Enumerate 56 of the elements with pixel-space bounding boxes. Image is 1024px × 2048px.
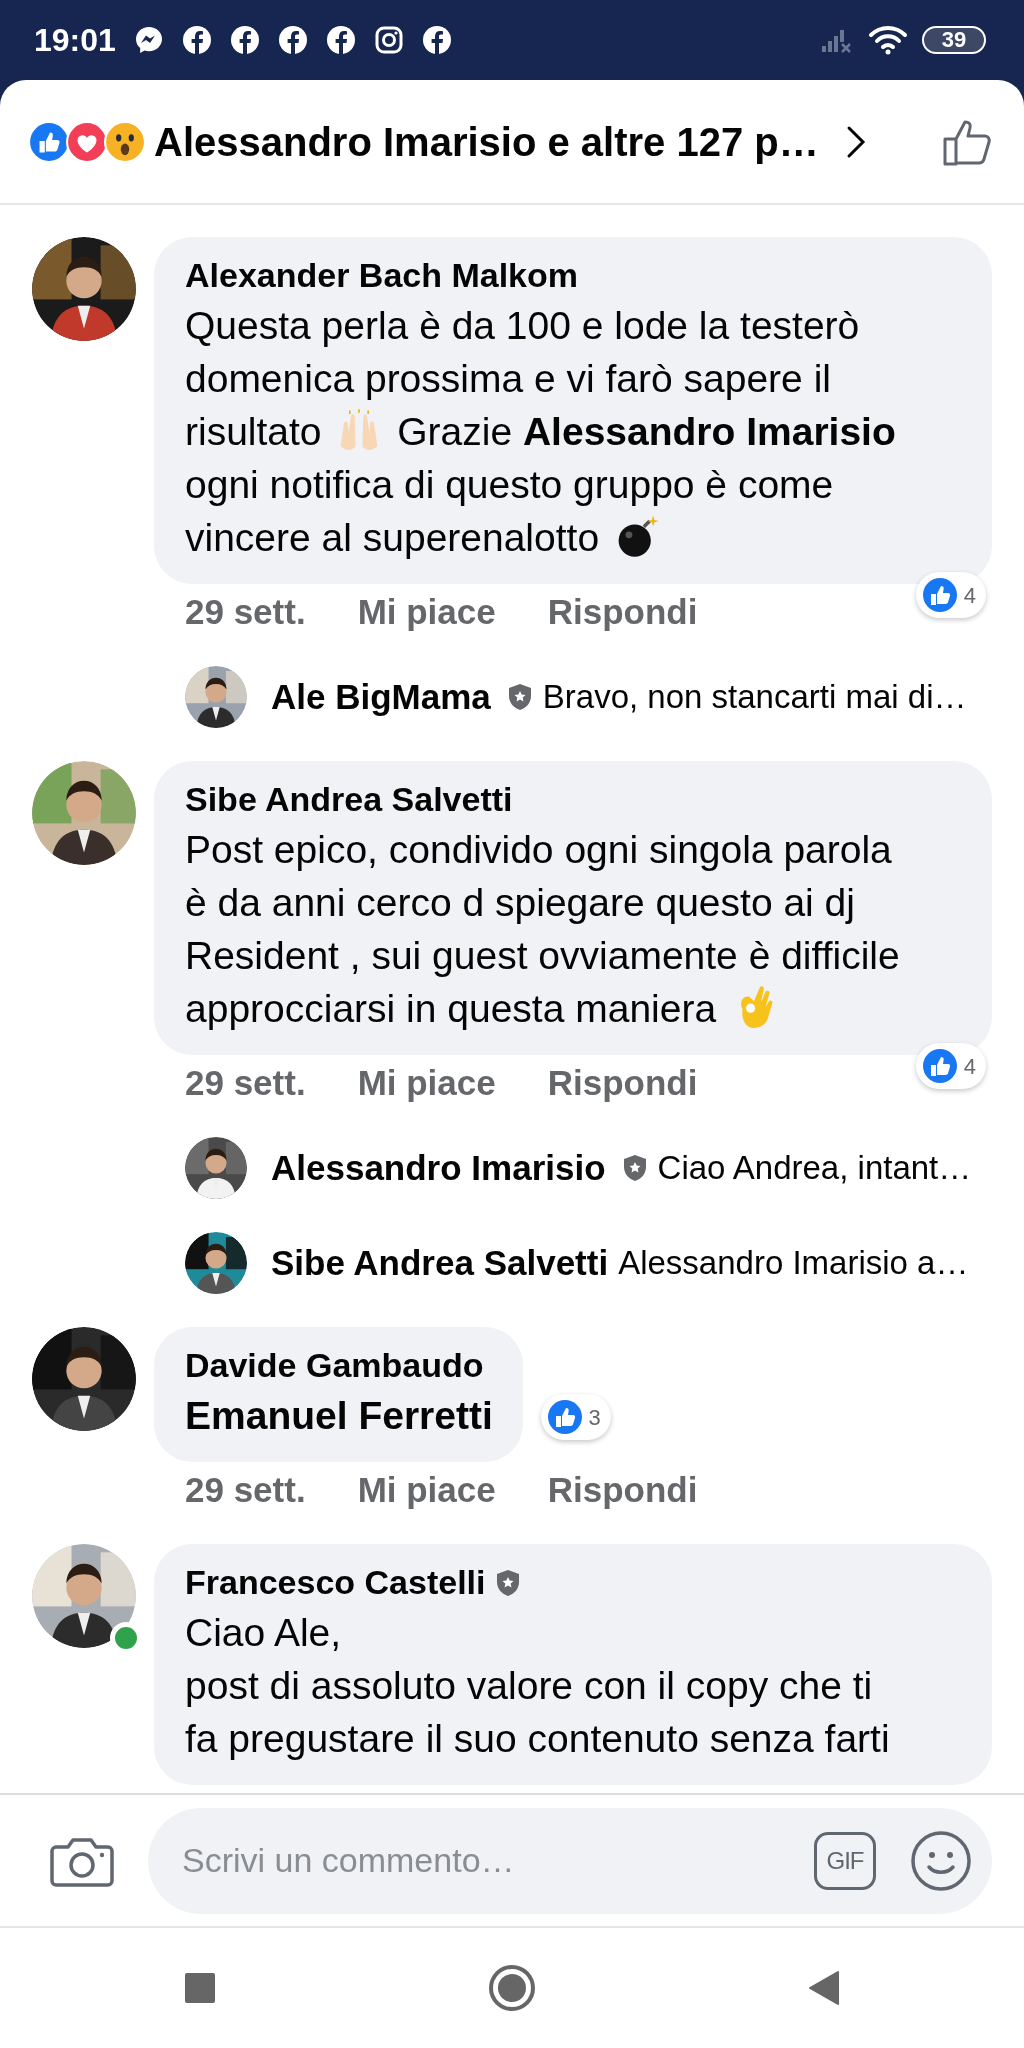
comment-text: Grazie Alessandro Imarisio [397, 410, 896, 453]
reply-link[interactable]: Rispondi [547, 590, 698, 642]
facebook-icon [229, 25, 260, 55]
reply-preview-text[interactable]: Ciao Andrea, intant… [657, 1143, 972, 1193]
comment-time: 29 sett. [185, 1062, 306, 1104]
reply-author-name[interactable]: Ale BigMama [271, 670, 491, 724]
comment-text: Resident , sui guest ovviamente è difficile [185, 934, 900, 977]
comment-text: Questa perla è da 100 e lode la testerò [185, 304, 860, 347]
emoji-button[interactable] [910, 1829, 972, 1892]
comment-text: risultato [185, 410, 322, 453]
facebook-icon [277, 25, 308, 55]
facebook-icon [181, 25, 212, 55]
clock-time: 19:01 [34, 21, 116, 60]
comment-time: 29 sett. [185, 591, 306, 633]
reactions-summary[interactable]: Alessandro Imarisio e altre 127 p… [154, 111, 819, 172]
facebook-icon [421, 25, 452, 55]
back-button[interactable] [808, 1970, 840, 2006]
gif-button[interactable]: GIF [814, 1831, 876, 1890]
comment-text: fa pregustare il suo contenuto senza farti [185, 1717, 890, 1760]
comment-text: domenica prossima e vi farò sapere il [185, 357, 831, 400]
reaction-count-pill[interactable]: 3 [540, 1394, 611, 1440]
comment-time: 29 sett. [185, 1469, 306, 1511]
like-link[interactable]: Mi piace [357, 1061, 496, 1113]
reply-preview-text[interactable]: Alessandro Imarisio a… [618, 1238, 969, 1288]
comment-input-field[interactable]: Scrivi un commento… GIF [148, 1807, 992, 1914]
comment-text: vincere al superenalotto [185, 516, 600, 559]
surprised-emoji-icon[interactable] [104, 120, 146, 163]
mention-link[interactable]: Emanuel Ferretti [185, 1394, 493, 1437]
facebook-icon [325, 25, 356, 55]
reaction-count-pill[interactable]: 4 [915, 572, 986, 618]
home-button[interactable] [488, 1964, 536, 2012]
like-link[interactable]: Mi piace [357, 1468, 496, 1520]
comment-text: Post epico, condivido ogni singola parola [185, 828, 892, 871]
reply-author-name[interactable]: Alessandro Imarisio [271, 1141, 606, 1195]
comment-text: è da anni cerco d spiegare questo ai dj [185, 881, 855, 924]
like-reaction-icon[interactable] [28, 120, 70, 163]
reply-author-name[interactable]: Sibe Andrea Salvetti [271, 1236, 609, 1290]
author-name[interactable]: Francesco Castelli [185, 1563, 486, 1601]
reply-link[interactable]: Rispondi [547, 1061, 698, 1113]
reaction-count-pill[interactable]: 4 [915, 1043, 986, 1089]
wifi-icon [868, 25, 908, 55]
author-name[interactable]: Davide Gambaudo [185, 1346, 484, 1384]
comment-text: post di assoluto valore con il copy che ti [185, 1664, 873, 1707]
like-link[interactable]: Mi piace [357, 590, 496, 642]
heart-reaction-icon[interactable] [66, 120, 108, 163]
messenger-icon [133, 25, 164, 55]
battery-icon: 39 [922, 26, 986, 54]
camera-icon [373, 25, 404, 55]
comment-text: Ciao Ale, [185, 1611, 342, 1654]
reply-preview-text[interactable]: Bravo, non stancarti mai di… [542, 672, 967, 722]
author-name[interactable]: Sibe Andrea Salvetti [185, 780, 513, 818]
recent-apps-button[interactable] [184, 1972, 216, 2004]
comment-text: ogni notifica di questo gruppo è come [185, 463, 834, 506]
comment-text: approcciarsi in questa maniera [185, 987, 717, 1030]
reply-link[interactable]: Rispondi [547, 1468, 698, 1520]
author-name[interactable]: Alexander Bach Malkom [185, 256, 579, 294]
